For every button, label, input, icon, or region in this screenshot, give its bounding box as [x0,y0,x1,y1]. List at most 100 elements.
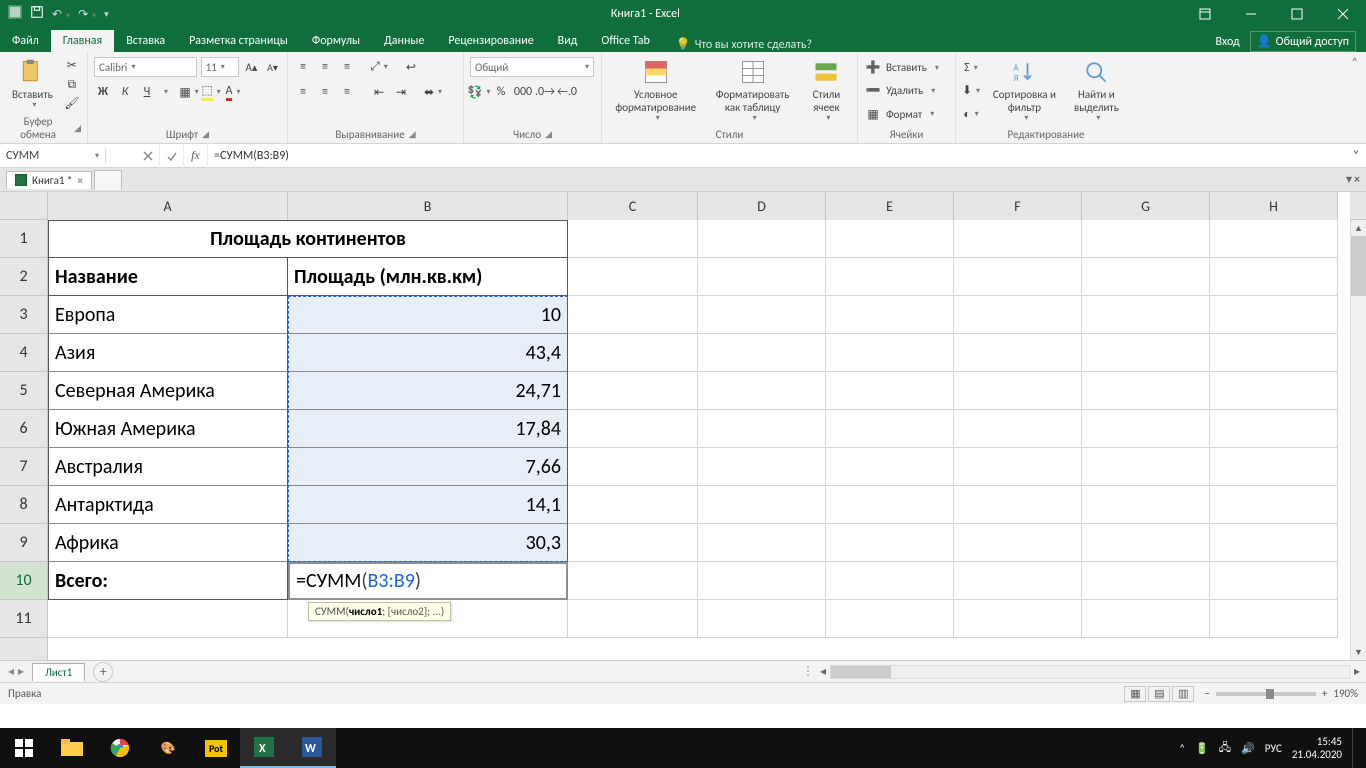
orientation-icon[interactable]: ⤢▾ [370,58,388,76]
percent-format-icon[interactable]: % [492,83,510,101]
expand-formula-bar-icon[interactable]: ˅ [1346,149,1366,163]
zoom-slider[interactable] [1216,692,1316,696]
excel-taskbar-icon[interactable]: X [240,728,288,768]
cell-title[interactable]: Площадь континентов [48,220,568,258]
volume-icon[interactable]: 🔊 [1241,742,1255,755]
column-header-A[interactable]: A [48,192,288,220]
wrap-text-icon[interactable]: ↩ [402,58,420,76]
fill-color-icon[interactable]: ⬚▾ [202,83,220,101]
cell[interactable] [698,258,826,296]
cell[interactable] [568,448,698,486]
sheet-tab[interactable]: Лист1 [32,663,85,681]
editing-cell[interactable]: =СУММ(B3:B9) [288,562,568,600]
insert-cells-label[interactable]: Вставить [886,61,927,74]
clear-icon[interactable]: ◐▾ [962,105,980,123]
cell[interactable] [954,486,1082,524]
cell[interactable] [954,600,1082,638]
cell[interactable] [568,258,698,296]
number-format-combo[interactable]: Общий▾ [470,57,594,77]
cell[interactable] [48,600,288,638]
cell[interactable] [954,448,1082,486]
accounting-format-icon[interactable]: 💱▾ [470,83,488,101]
align-middle-icon[interactable]: ≡ [316,58,334,76]
cell[interactable]: 10 [288,296,568,334]
autosum-icon[interactable]: Σ▾ [962,59,980,77]
cell[interactable]: 30,3 [288,524,568,562]
align-center-icon[interactable]: ≡ [316,83,334,101]
new-sheet-button[interactable]: + [93,662,113,682]
font-name-combo[interactable]: Calibri▾ [94,57,197,77]
insert-cells-icon[interactable]: ➕ [864,59,882,77]
shrink-font-icon[interactable]: A▾ [264,58,281,76]
increase-indent-icon[interactable]: ⇥ [392,83,410,101]
file-explorer-icon[interactable] [48,728,96,768]
clipboard-dialog-icon[interactable]: ◢ [74,123,81,134]
cell[interactable] [826,296,954,334]
alignment-dialog-icon[interactable]: ◢ [409,129,416,140]
normal-view-button[interactable]: ▦ [1124,686,1146,702]
cell[interactable] [568,372,698,410]
cell[interactable] [826,600,954,638]
zoom-in-button[interactable]: + [1322,687,1327,700]
cell[interactable] [1210,296,1338,334]
row-header-1[interactable]: 1 [0,220,47,258]
collapse-ribbon-icon[interactable]: ˄ [1344,52,1366,143]
cell[interactable] [1082,258,1210,296]
cell[interactable] [1210,220,1338,258]
tab-review[interactable]: Рецензирование [436,30,545,52]
cell[interactable]: Азия [48,334,288,372]
share-button[interactable]: 👤 Общий доступ [1250,31,1356,52]
minimize-button[interactable] [1228,0,1274,28]
find-select-button[interactable]: Найти и выделить▾ [1063,56,1130,126]
name-box[interactable]: СУММ▾ [0,149,106,163]
paste-button[interactable]: Вставить ▾ [6,56,59,113]
undo-icon[interactable]: ↶▾ [52,7,70,22]
cell[interactable] [954,410,1082,448]
cell[interactable] [954,334,1082,372]
column-header-D[interactable]: D [698,192,826,220]
increase-decimal-icon[interactable]: .0→ [536,83,554,101]
delete-cells-label[interactable]: Удалить [886,84,923,97]
start-button[interactable] [0,728,48,768]
cell[interactable] [954,562,1082,600]
align-top-icon[interactable]: ≡ [294,58,312,76]
decrease-indent-icon[interactable]: ⇤ [370,83,388,101]
sign-in-link[interactable]: Вход [1215,35,1239,49]
cell[interactable] [568,220,698,258]
cell[interactable] [1082,296,1210,334]
cell[interactable]: Северная Америка [48,372,288,410]
italic-button[interactable]: К [116,83,134,101]
cell[interactable] [1210,372,1338,410]
tab-home[interactable]: Главная [51,30,114,52]
cell[interactable]: 24,71 [288,372,568,410]
tab-file[interactable]: Файл [0,30,51,52]
row-header-11[interactable]: 11 [0,600,47,638]
cell[interactable] [568,410,698,448]
bold-button[interactable]: Ж [94,83,112,101]
cell[interactable] [1210,562,1338,600]
vertical-scrollbar[interactable]: ▲ ▼ [1350,220,1366,660]
cell[interactable] [698,334,826,372]
network-icon[interactable]: 🖧 [1219,739,1231,758]
cell[interactable] [568,296,698,334]
tray-expand-icon[interactable]: ˄ [1179,742,1185,755]
cell[interactable]: Антарктида [48,486,288,524]
format-as-table-button[interactable]: Форматировать как таблицу▾ [703,56,801,126]
cell[interactable] [1210,410,1338,448]
tell-me-input[interactable]: Что вы хотите сделать? [695,38,812,52]
cell[interactable]: Южная Америка [48,410,288,448]
cell[interactable]: Европа [48,296,288,334]
cell[interactable] [698,296,826,334]
cell[interactable] [1082,372,1210,410]
cell[interactable] [1082,600,1210,638]
cell[interactable] [698,220,826,258]
cell[interactable] [698,562,826,600]
cell[interactable] [954,258,1082,296]
cell[interactable] [1082,562,1210,600]
page-layout-view-button[interactable]: ▤ [1148,686,1170,702]
insert-function-button[interactable]: fx [184,144,208,168]
format-cells-label[interactable]: Формат [886,108,922,121]
wbtabs-menu-icon[interactable]: ▾ [1346,172,1352,187]
cell[interactable] [826,372,954,410]
zoom-level[interactable]: 190% [1333,687,1358,700]
